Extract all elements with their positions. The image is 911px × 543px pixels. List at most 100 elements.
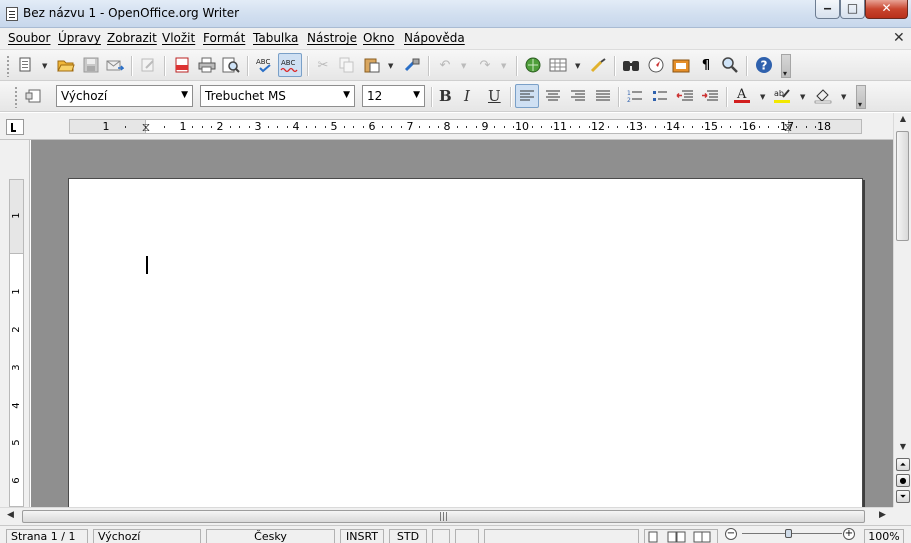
page-preview-icon[interactable] xyxy=(222,56,240,74)
menu-soubor[interactable]: Soubor xyxy=(8,31,50,45)
find-replace-icon[interactable] xyxy=(622,56,640,74)
ruler-label: 2 xyxy=(216,120,224,133)
gallery-icon[interactable] xyxy=(672,56,690,74)
paragraph-style-select[interactable]: Výchozí ▼ xyxy=(56,85,193,107)
draw-functions-icon[interactable] xyxy=(590,56,608,74)
document-page[interactable] xyxy=(68,178,863,507)
view-layout-field xyxy=(644,529,718,543)
decrease-indent-icon[interactable] xyxy=(676,87,694,105)
toolbar-grip[interactable] xyxy=(14,86,18,108)
align-left-icon[interactable] xyxy=(515,84,539,108)
vertical-scrollbar[interactable]: ▲ ▼ ⏶ ● ⏷ xyxy=(893,113,911,507)
document-area[interactable] xyxy=(31,140,893,507)
zoom-slider-knob[interactable] xyxy=(785,529,792,538)
minimize-button[interactable]: ‒ xyxy=(815,0,840,19)
bold-button[interactable]: B xyxy=(439,87,452,105)
selection-mode-indicator[interactable]: STD xyxy=(389,529,427,543)
chevron-down-icon[interactable]: ▼ xyxy=(760,93,765,101)
help-icon[interactable]: ? xyxy=(755,56,773,74)
insert-mode-indicator[interactable]: INSRT xyxy=(340,529,384,543)
open-folder-icon[interactable] xyxy=(57,56,75,74)
scroll-up-icon[interactable]: ▲ xyxy=(895,114,911,130)
menu-napoveda[interactable]: Nápověda xyxy=(404,31,465,45)
toolbar-options-button[interactable] xyxy=(856,85,866,109)
export-pdf-icon[interactable] xyxy=(173,56,191,74)
cut-icon[interactable]: ✂ xyxy=(314,56,332,74)
align-right-icon[interactable] xyxy=(569,87,587,105)
page-indicator[interactable]: Strana 1 / 1 xyxy=(6,529,88,543)
previous-page-icon[interactable]: ⏶ xyxy=(896,458,910,471)
scroll-right-icon[interactable]: ▶ xyxy=(879,510,886,520)
digital-signature-indicator[interactable] xyxy=(455,529,479,543)
autocheck-spelling-icon[interactable]: ABC xyxy=(278,53,302,77)
numbering-icon[interactable]: 12 xyxy=(626,87,644,105)
navigator-icon[interactable] xyxy=(647,56,665,74)
zoom-icon[interactable] xyxy=(721,56,739,74)
background-color-icon[interactable] xyxy=(814,86,832,104)
menu-nastroje[interactable]: Nástroje xyxy=(307,31,357,45)
undo-icon[interactable]: ↶ xyxy=(436,56,454,74)
zoom-out-icon[interactable]: − xyxy=(725,528,737,540)
font-color-icon[interactable]: A xyxy=(733,86,751,104)
font-size-select[interactable]: 12 ▼ xyxy=(362,85,425,107)
right-indent-marker[interactable]: ⧖ xyxy=(784,120,792,135)
menu-okno[interactable]: Okno xyxy=(363,31,394,45)
chevron-down-icon[interactable]: ▼ xyxy=(800,93,805,101)
tab-type-selector[interactable] xyxy=(6,119,24,135)
horizontal-scroll-thumb[interactable]: ||| xyxy=(22,510,865,523)
scroll-left-icon[interactable]: ◀ xyxy=(7,510,14,520)
ruler-tick xyxy=(229,126,231,128)
left-indent-marker[interactable]: ⧖ xyxy=(142,120,150,135)
menu-upravy[interactable]: Úpravy xyxy=(58,31,101,45)
underline-button[interactable]: U xyxy=(488,87,501,105)
close-window-button[interactable]: ✕ xyxy=(865,0,908,19)
zoom-slider-track[interactable] xyxy=(742,533,842,534)
menu-vlozit[interactable]: Vložit xyxy=(162,31,195,45)
page-style-indicator[interactable]: Výchozí xyxy=(93,529,201,543)
horizontal-scrollbar[interactable]: ◀ ||| ▶ xyxy=(0,507,893,525)
edit-file-icon[interactable] xyxy=(139,56,157,74)
vertical-scroll-thumb[interactable] xyxy=(896,131,909,241)
increase-indent-icon[interactable] xyxy=(701,87,719,105)
align-center-icon[interactable] xyxy=(544,87,562,105)
chevron-down-icon[interactable]: ▼ xyxy=(461,62,466,70)
clone-formatting-icon[interactable] xyxy=(403,56,421,74)
print-icon[interactable] xyxy=(198,56,216,74)
justify-icon[interactable] xyxy=(594,87,612,105)
zoom-value[interactable]: 100% xyxy=(864,529,904,543)
chevron-down-icon[interactable]: ▼ xyxy=(575,62,580,70)
ruler-label: 11 xyxy=(553,120,567,133)
menu-format[interactable]: Formát xyxy=(203,31,245,45)
nonprinting-chars-icon[interactable]: ¶ xyxy=(697,56,715,74)
chevron-down-icon[interactable]: ▼ xyxy=(42,62,47,70)
bullets-icon[interactable] xyxy=(651,87,669,105)
toolbar-options-button[interactable] xyxy=(781,54,791,78)
chevron-down-icon[interactable]: ▼ xyxy=(501,62,506,70)
save-icon[interactable] xyxy=(82,56,100,74)
maximize-button[interactable]: □ xyxy=(840,0,865,19)
spellcheck-icon[interactable]: ABC xyxy=(255,56,273,74)
next-page-icon[interactable]: ⏷ xyxy=(896,490,910,503)
italic-button[interactable]: I xyxy=(464,87,470,105)
toolbar-grip[interactable] xyxy=(6,55,10,77)
copy-icon[interactable] xyxy=(338,56,356,74)
chevron-down-icon[interactable]: ▼ xyxy=(388,62,393,70)
redo-icon[interactable]: ↷ xyxy=(476,56,494,74)
email-icon[interactable] xyxy=(106,56,124,74)
styles-formatting-icon[interactable] xyxy=(25,87,43,105)
document-modified-indicator[interactable] xyxy=(432,529,450,543)
chevron-down-icon[interactable]: ▼ xyxy=(841,93,846,101)
hyperlink-icon[interactable] xyxy=(524,56,542,74)
language-indicator[interactable]: Česky xyxy=(206,529,335,543)
table-icon[interactable] xyxy=(549,56,567,74)
menu-tabulka[interactable]: Tabulka xyxy=(253,31,298,45)
close-document-icon[interactable]: ✕ xyxy=(893,30,905,46)
highlighting-icon[interactable]: ab xyxy=(773,86,791,104)
navigation-icon[interactable]: ● xyxy=(896,474,910,487)
zoom-in-icon[interactable]: + xyxy=(843,528,855,540)
paste-icon[interactable] xyxy=(363,56,381,74)
scroll-down-icon[interactable]: ▼ xyxy=(895,442,911,458)
new-document-icon[interactable] xyxy=(17,56,35,74)
font-name-select[interactable]: Trebuchet MS ▼ xyxy=(200,85,355,107)
menu-zobrazit[interactable]: Zobrazit xyxy=(107,31,157,45)
